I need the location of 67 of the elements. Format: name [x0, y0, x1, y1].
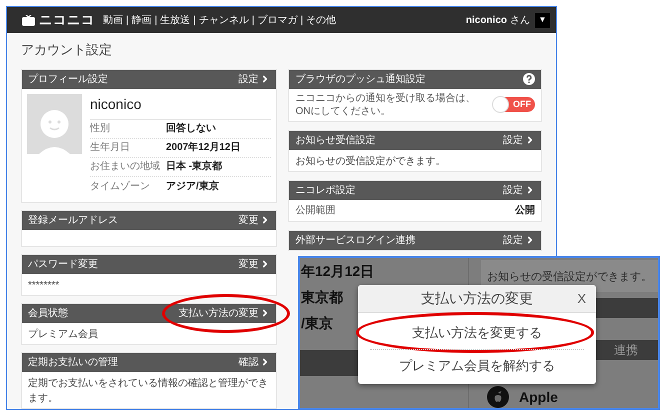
avatar-placeholder-icon — [27, 94, 82, 154]
field-label: 性別 — [90, 122, 111, 136]
notice-text: お知らせの受信設定ができます。 — [487, 271, 652, 283]
card-text: ******** — [28, 280, 60, 290]
field-label: お住まいの地域 — [90, 160, 161, 174]
card-title: 会員状態 — [28, 306, 68, 320]
card-text: お知らせの受信設定ができます。 — [295, 156, 446, 166]
field-value: 公開 — [515, 204, 535, 218]
card-action-link[interactable]: 変更 — [238, 212, 270, 228]
page-fragment-text: 年12月12日 — [300, 262, 374, 280]
nav-link[interactable]: 生放送 — [160, 12, 190, 28]
card-title: 登録メールアドレス — [28, 214, 118, 228]
toggle-knob — [492, 96, 509, 113]
card-title: 外部サービスログイン連携 — [295, 234, 416, 248]
service-name: Apple — [519, 388, 558, 407]
card-title: 定期お支払いの管理 — [28, 356, 118, 370]
field-label: 公開範囲 — [295, 204, 336, 218]
card-action-link[interactable]: 設定 — [503, 232, 535, 248]
card-text: ニコニコからの通知を受け取る場合は、ONにしてください。 — [295, 92, 476, 118]
tv-logo-icon — [22, 14, 35, 26]
site-logo[interactable]: ニコニコ — [39, 10, 95, 30]
card-title: ニコレポ設定 — [295, 184, 356, 198]
card-action-link[interactable]: 設定 — [503, 132, 535, 148]
card-title: プロフィール設定 — [28, 72, 108, 86]
user-name[interactable]: niconico — [466, 12, 507, 28]
close-button[interactable]: X — [577, 288, 586, 308]
user-menu-button[interactable]: ▼ — [535, 12, 550, 28]
nav-link[interactable]: 静画 — [132, 12, 152, 28]
nav-separator: | — [126, 14, 129, 28]
field-value: 日本 -東京都 — [166, 159, 222, 174]
card-action-link[interactable]: 確認 — [238, 354, 270, 370]
card-action-link[interactable]: 設定 — [238, 72, 270, 86]
field-label: 生年月日 — [90, 140, 131, 155]
nav-link[interactable]: その他 — [306, 12, 336, 28]
field-value: 2007年12月12日 — [166, 140, 240, 155]
chevron-right-icon — [525, 235, 535, 245]
card-action-link[interactable]: 設定 — [503, 182, 535, 198]
dialog-option[interactable]: 支払い方法を変更する — [412, 323, 542, 342]
chevron-right-icon — [525, 185, 535, 195]
chevron-right-icon — [525, 135, 535, 145]
card-action-link[interactable]: 支払い方法の変更 — [178, 306, 270, 320]
nav-link[interactable]: チャンネル — [198, 12, 249, 28]
field-label: タイムゾーン — [90, 180, 151, 194]
page-fragment-text: /東京 — [300, 314, 333, 332]
profile-name: niconico — [90, 94, 272, 120]
card-title: パスワード変更 — [28, 258, 98, 272]
nav-link[interactable]: ブロマガ — [257, 12, 298, 28]
nav-link[interactable]: 動画 — [103, 12, 123, 28]
bar-text: 連携 — [614, 342, 638, 359]
help-icon — [523, 73, 535, 85]
nav-separator: | — [154, 14, 158, 28]
page-title: アカウント設定 — [21, 41, 113, 59]
field-value: アジア/東京 — [166, 179, 219, 194]
nav-separator: | — [193, 14, 196, 28]
nav-separator: | — [300, 14, 304, 28]
user-suffix: さん — [510, 14, 530, 28]
nav-separator: | — [252, 14, 254, 28]
dialog-title: 支払い方法の変更 — [421, 289, 533, 308]
page-fragment-text: 東京都 — [300, 288, 343, 306]
field-value: 回答しない — [166, 122, 216, 136]
card-text: 定期でお支払いをされている情報の確認と管理ができます。 — [28, 378, 268, 404]
apple-circle-icon — [487, 386, 509, 408]
card-title: お知らせ受信設定 — [295, 134, 376, 148]
card-text: プレミアム会員 — [28, 328, 98, 340]
dialog-option[interactable]: プレミアム会員を解約する — [399, 356, 555, 375]
card-title: ブラウザのプッシュ通知設定 — [295, 72, 426, 86]
card-action-link[interactable]: 変更 — [238, 256, 270, 272]
